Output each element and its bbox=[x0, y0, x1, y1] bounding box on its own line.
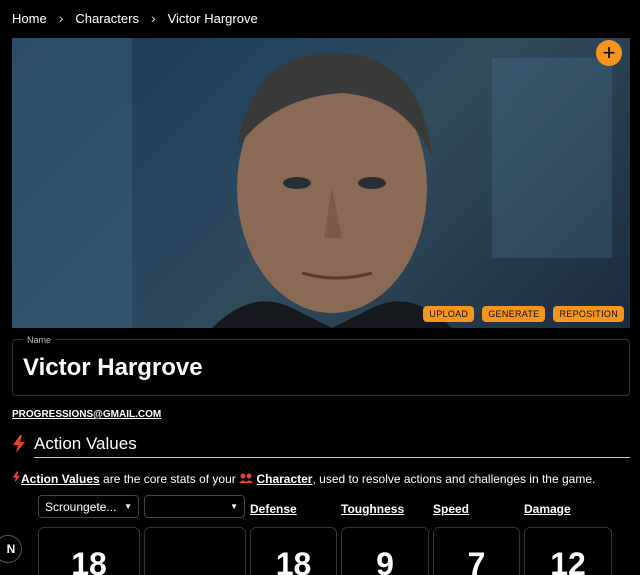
action-values-link[interactable]: Action Values bbox=[21, 472, 100, 486]
primary-select[interactable]: Scroungete... ▼ bbox=[38, 495, 139, 518]
defense-value: 18 bbox=[275, 546, 312, 575]
character-link[interactable]: Character bbox=[256, 472, 312, 486]
portrait-image bbox=[212, 52, 452, 328]
divider bbox=[34, 457, 630, 458]
chevron-right-icon: › bbox=[58, 10, 64, 26]
stat-label-defense[interactable]: Defense bbox=[250, 502, 297, 516]
chevron-down-icon: ▼ bbox=[230, 502, 238, 511]
description-text-end: , used to resolve actions and challenges… bbox=[312, 472, 596, 486]
upload-button[interactable]: UPLOAD bbox=[423, 306, 475, 322]
generate-button[interactable]: GENERATE bbox=[482, 306, 546, 322]
speed-value: 7 bbox=[467, 546, 486, 575]
breadcrumb-home[interactable]: Home bbox=[12, 11, 47, 26]
stat-label-speed[interactable]: Speed bbox=[433, 502, 469, 516]
description-text: are the core stats of your bbox=[99, 472, 240, 486]
toughness-value-card[interactable]: 9 bbox=[341, 527, 429, 575]
toughness-value: 9 bbox=[376, 546, 394, 575]
defense-value-card[interactable]: 18 bbox=[250, 527, 337, 575]
user-email-link[interactable]: PROGRESSIONS@GMAIL.COM bbox=[12, 409, 161, 420]
name-field[interactable]: Name Victor Hargrove bbox=[12, 335, 630, 396]
character-image: + UPLOAD GENERATE REPOSITION bbox=[12, 38, 630, 328]
secondary-select[interactable]: ▼ bbox=[144, 495, 245, 518]
breadcrumb-characters[interactable]: Characters bbox=[75, 11, 139, 26]
lightning-icon bbox=[12, 471, 21, 483]
breadcrumb: Home › Characters › Victor Hargrove bbox=[12, 10, 258, 26]
section-description: Action Values are the core stats of your… bbox=[12, 471, 595, 486]
people-icon bbox=[239, 473, 254, 483]
lightning-icon bbox=[13, 435, 25, 453]
primary-value-card[interactable]: 18 bbox=[38, 527, 140, 575]
damage-value-card[interactable]: 12 bbox=[524, 527, 612, 575]
damage-value: 12 bbox=[550, 546, 586, 575]
stat-label-toughness[interactable]: Toughness bbox=[341, 502, 404, 516]
section-title: Action Values bbox=[34, 434, 137, 453]
name-field-value[interactable]: Victor Hargrove bbox=[23, 354, 203, 382]
speed-value-card[interactable]: 7 bbox=[433, 527, 520, 575]
chevron-down-icon: ▼ bbox=[124, 502, 132, 511]
add-image-button[interactable]: + bbox=[596, 40, 622, 66]
primary-select-value: Scroungete... bbox=[45, 499, 117, 514]
name-field-label: Name bbox=[23, 335, 56, 345]
section-header: Action Values bbox=[12, 434, 137, 454]
breadcrumb-current: Victor Hargrove bbox=[167, 10, 258, 26]
app-menu-button[interactable]: N bbox=[0, 535, 22, 563]
reposition-button[interactable]: REPOSITION bbox=[553, 306, 624, 322]
chevron-right-icon: › bbox=[150, 10, 156, 26]
secondary-value-card[interactable] bbox=[144, 527, 246, 575]
stat-label-damage[interactable]: Damage bbox=[524, 502, 571, 516]
primary-value: 18 bbox=[71, 546, 107, 575]
